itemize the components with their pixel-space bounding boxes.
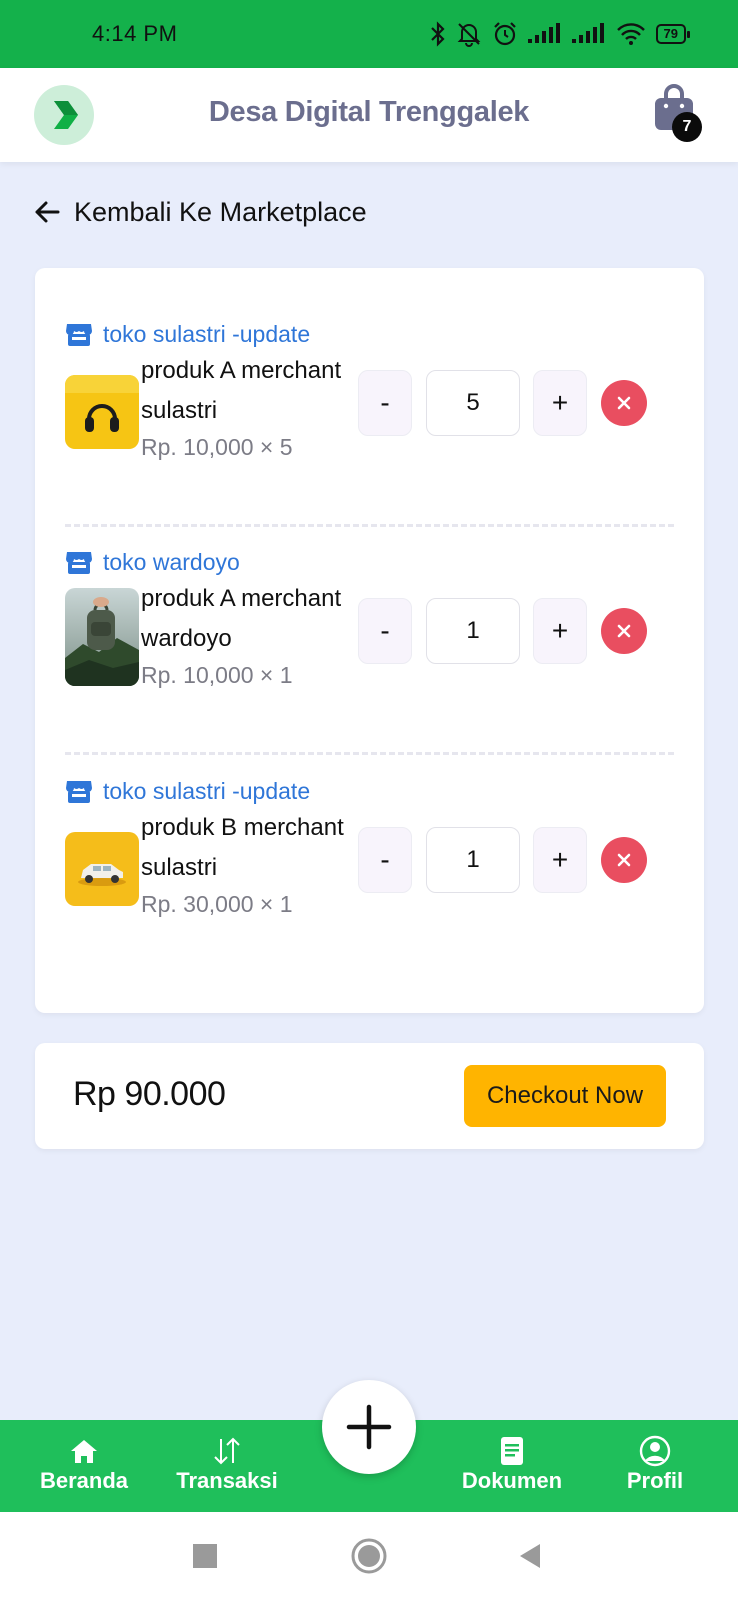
- remove-item-button[interactable]: [601, 837, 647, 883]
- item-divider: [65, 752, 674, 755]
- alarm-icon: [493, 22, 516, 46]
- store-icon: [66, 552, 92, 574]
- cart-card: toko sulastri -update produk A merchant …: [35, 268, 704, 1013]
- increase-quantity-button[interactable]: +: [533, 370, 587, 436]
- car-image-icon: [65, 832, 139, 906]
- plus-icon: [346, 1404, 392, 1450]
- product-name: produk A merchant wardoyo: [141, 585, 342, 652]
- transfer-icon: [214, 1437, 240, 1465]
- product-price: Rp. 10,000 × 1: [141, 662, 293, 688]
- quantity-input[interactable]: 1: [426, 598, 520, 664]
- product-name: produk B merchant sulastri: [141, 814, 344, 881]
- document-icon: [501, 1437, 523, 1465]
- product-name: produk A merchant sulastri: [141, 357, 342, 424]
- nav-item-transaksi[interactable]: Transaksi: [157, 1436, 297, 1494]
- back-triangle-icon[interactable]: [518, 1542, 542, 1570]
- store-icon: [66, 324, 92, 346]
- back-to-marketplace-link[interactable]: Kembali Ke Marketplace: [34, 192, 367, 232]
- nav-item-beranda[interactable]: Beranda: [14, 1436, 154, 1494]
- nav-item-profil[interactable]: Profil: [585, 1435, 725, 1494]
- nav-label: Dokumen: [461, 1468, 563, 1493]
- close-icon: [617, 396, 631, 410]
- cart-count-badge: 7: [672, 112, 702, 142]
- increase-quantity-button[interactable]: +: [533, 598, 587, 664]
- item-divider: [65, 524, 674, 527]
- quantity-input[interactable]: 1: [426, 827, 520, 893]
- store-row[interactable]: toko wardoyo: [65, 546, 240, 578]
- signal-icon: [527, 23, 560, 43]
- home-circle-icon[interactable]: [351, 1538, 387, 1574]
- battery-icon: 79: [655, 24, 691, 44]
- product-thumbnail: [65, 375, 139, 449]
- close-icon: [617, 853, 631, 867]
- backpack-image-icon: [65, 588, 139, 686]
- product-thumbnail: [65, 832, 139, 906]
- recent-apps-icon[interactable]: [193, 1544, 217, 1568]
- cart-item: toko sulastri -update produk B merchant …: [35, 775, 704, 975]
- nav-label: Beranda: [39, 1468, 129, 1493]
- checkout-summary-card: Rp 90.000 Checkout Now: [35, 1043, 704, 1149]
- quantity-input[interactable]: 5: [426, 370, 520, 436]
- store-row[interactable]: toko sulastri -update: [65, 318, 310, 350]
- product-thumbnail: [65, 588, 139, 686]
- wifi-icon: [616, 23, 645, 45]
- arrow-left-icon: [35, 201, 60, 223]
- nav-label: Profil: [626, 1468, 684, 1493]
- signal-icon-2: [571, 23, 604, 43]
- decrease-quantity-button[interactable]: -: [358, 598, 412, 664]
- page-title: Desa Digital Trenggalek: [208, 96, 530, 128]
- status-bar: 4:14 PM 79: [0, 0, 738, 68]
- nav-item-dokumen[interactable]: Dokumen: [442, 1436, 582, 1494]
- product-price: Rp. 10,000 × 5: [141, 434, 293, 460]
- decrease-quantity-button[interactable]: -: [358, 370, 412, 436]
- store-icon: [66, 781, 92, 803]
- app-header: Desa Digital Trenggalek 7: [0, 68, 738, 162]
- total-amount: Rp 90.000: [73, 1075, 226, 1113]
- home-icon: [71, 1440, 97, 1463]
- bell-off-icon: [457, 23, 480, 47]
- cart-button[interactable]: 7: [650, 82, 710, 146]
- checkout-button[interactable]: Checkout Now: [464, 1065, 666, 1127]
- add-fab-button[interactable]: [322, 1380, 416, 1474]
- decrease-quantity-button[interactable]: -: [358, 827, 412, 893]
- remove-item-button[interactable]: [601, 380, 647, 426]
- bluetooth-icon: [430, 21, 445, 47]
- increase-quantity-button[interactable]: +: [533, 827, 587, 893]
- close-icon: [617, 624, 631, 638]
- remove-item-button[interactable]: [601, 608, 647, 654]
- store-name: toko sulastri -update: [103, 320, 311, 347]
- system-navigation-bar: [0, 1512, 738, 1600]
- store-row[interactable]: toko sulastri -update: [65, 775, 310, 807]
- back-link-label: Kembali Ke Marketplace: [74, 196, 367, 227]
- cart-item: toko sulastri -update produk A merchant …: [35, 318, 704, 518]
- status-time: 4:14 PM: [92, 21, 178, 46]
- profile-icon: [639, 1435, 671, 1467]
- nav-label: Transaksi: [176, 1468, 278, 1493]
- cart-item: toko wardoyo produk A merchant wardoyo R…: [35, 546, 704, 746]
- headphones-image-icon: [65, 375, 139, 449]
- store-name: toko wardoyo: [103, 548, 240, 575]
- status-icons: 79: [430, 21, 691, 47]
- store-name: toko sulastri -update: [103, 777, 311, 804]
- product-price: Rp. 30,000 × 1: [141, 891, 293, 917]
